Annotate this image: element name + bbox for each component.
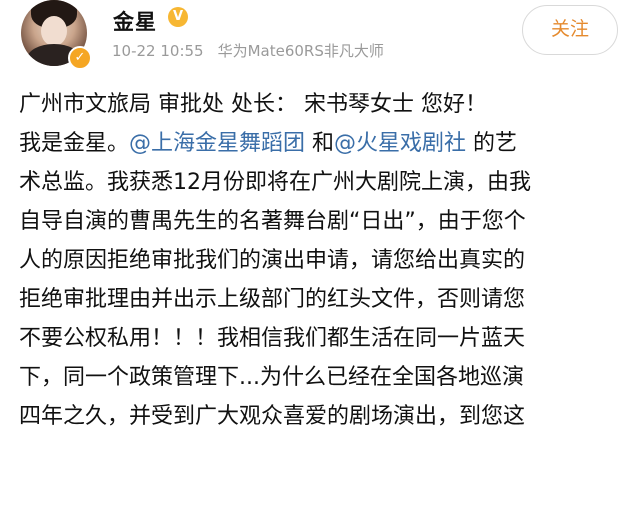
post-line-5: 人的原因拒绝审批我们的演出申请，请您给出真实的 — [19, 248, 526, 273]
post-line-3: 术总监。我获悉12月份即将在广州大剧院上演，由我 — [19, 170, 531, 195]
intro-text: 我是金星。 — [19, 131, 130, 156]
mention-link-shanghai-dance[interactable]: @上海金星舞蹈团 — [129, 131, 305, 156]
suffix-text: 的艺 — [466, 131, 518, 156]
join-text: 和 — [305, 131, 335, 156]
follow-button[interactable]: 关注 — [522, 5, 618, 55]
post-line-2: 我是金星。@上海金星舞蹈团 和@火星戏剧社 的艺 — [19, 124, 625, 163]
post-header: ✓ 金星 V 10-22 10:55 华为Mate60RS非凡大师 关注 — [0, 0, 640, 80]
post-line-8: 下，同一个政策管理下...为什么已经在全国各地巡演 — [19, 365, 524, 390]
verified-badge-icon: ✓ — [68, 46, 92, 70]
post-content: 广州市文旅局 审批处 处长： 宋书琴女士 您好！ 我是金星。@上海金星舞蹈团 和… — [19, 85, 625, 436]
vip-badge-icon: V — [168, 7, 188, 27]
post-meta: 10-22 10:55 华为Mate60RS非凡大师 — [112, 40, 384, 61]
post-line-6: 拒绝审批理由并出示上级部门的红头文件，否则请您 — [19, 287, 526, 312]
author-name[interactable]: 金星 — [113, 6, 157, 36]
post-time: 10-22 10:55 — [112, 42, 204, 60]
post-device: 华为Mate60RS非凡大师 — [217, 42, 384, 60]
post-line-4: 自导自演的曹禺先生的名著舞台剧“日出”，由于您个 — [19, 209, 526, 234]
avatar-face — [41, 16, 67, 46]
mention-link-mars-theatre[interactable]: @火星戏剧社 — [334, 131, 466, 156]
post-greeting: 广州市文旅局 审批处 处长： 宋书琴女士 您好！ — [19, 92, 487, 117]
post-line-7: 不要公权私用！！！我相信我们都生活在同一片蓝天 — [19, 326, 526, 351]
post-line-9: 四年之久，并受到广大观众喜爱的剧场演出，到您这 — [19, 404, 526, 429]
